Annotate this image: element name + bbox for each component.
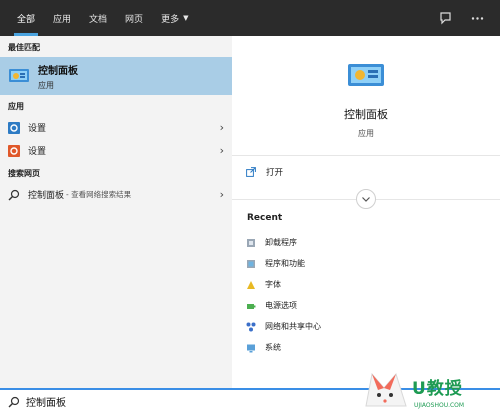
chevron-down-icon (362, 197, 370, 202)
settings-orange-icon (8, 144, 20, 157)
web-result[interactable]: 控制面板 - 查看网络搜索结果 › (0, 183, 232, 206)
app-result-settings-2[interactable]: 设置 › (0, 139, 232, 162)
watermark: U教授 UJIAOSHOU.COM (360, 360, 500, 413)
power-icon (247, 303, 256, 309)
tab-web[interactable]: 网页 (116, 0, 152, 36)
recent-list: 卸载程序 程序和功能 字体 电源选项 网络和共享中心 系统 (246, 232, 321, 358)
watermark-sub: UJIAOSHOU.COM (414, 402, 465, 409)
tab-all[interactable]: 全部 (8, 0, 44, 36)
caret-down-icon: ▼ (183, 14, 189, 22)
tab-documents[interactable]: 文档 (80, 0, 116, 36)
recent-item-fonts[interactable]: 字体 (246, 274, 321, 295)
fox-logo-icon (365, 372, 407, 406)
best-match-header: 最佳匹配 (8, 43, 40, 52)
open-action[interactable]: 打开 (232, 156, 500, 188)
open-icon (246, 167, 256, 177)
app-result-settings[interactable]: 设置 › (0, 116, 232, 139)
chevron-right-icon[interactable]: › (220, 144, 224, 157)
tab-more[interactable]: 更多 ▼ (152, 0, 197, 36)
best-match-subtitle: 应用 (38, 80, 54, 90)
recent-item-network[interactable]: 网络和共享中心 (246, 316, 321, 337)
recent-item-uninstall[interactable]: 卸载程序 (246, 232, 321, 253)
recent-item-programs[interactable]: 程序和功能 (246, 253, 321, 274)
recent-header: Recent (247, 213, 283, 223)
chevron-right-icon[interactable]: › (220, 121, 224, 134)
more-options-icon[interactable] (470, 11, 484, 25)
results-pane: 最佳匹配 控制面板 应用 应用 设置 › 设置 › 搜索网页 控制面板 - 查看… (0, 36, 232, 388)
best-match-title: 控制面板 (38, 65, 78, 77)
control-panel-icon (9, 69, 29, 82)
detail-hero: 控制面板 应用 (232, 36, 500, 156)
web-header: 搜索网页 (8, 169, 40, 178)
best-match-control-panel[interactable]: 控制面板 应用 (0, 57, 232, 95)
open-label: 打开 (266, 168, 284, 178)
scope-tabs: 全部 应用 文档 网页 更多 ▼ (0, 0, 197, 36)
tab-apps[interactable]: 应用 (44, 0, 80, 36)
control-panel-icon (348, 64, 384, 86)
recent-item-power[interactable]: 电源选项 (246, 295, 321, 316)
watermark-text: U教授 (412, 379, 463, 399)
font-icon (247, 280, 255, 289)
system-icon (247, 344, 255, 352)
programs-icon (247, 259, 255, 268)
search-scope-bar: 全部 应用 文档 网页 更多 ▼ (0, 0, 500, 36)
detail-subtitle: 应用 (358, 129, 374, 138)
chevron-right-icon[interactable]: › (220, 188, 224, 201)
search-icon (8, 396, 20, 407)
detail-pane: 控制面板 应用 打开 Recent 卸载程序 程序和功能 字体 电源选项 网络和… (232, 36, 500, 388)
expand-button[interactable] (356, 189, 376, 209)
feedback-icon[interactable] (438, 11, 452, 25)
search-input[interactable] (26, 396, 326, 407)
top-actions (438, 11, 500, 25)
network-icon (246, 322, 256, 331)
detail-title: 控制面板 (344, 108, 388, 121)
uninstall-icon (247, 238, 255, 247)
gear-icon (8, 121, 20, 134)
recent-item-system[interactable]: 系统 (246, 337, 321, 358)
search-icon (8, 189, 20, 201)
apps-header: 应用 (8, 102, 24, 111)
